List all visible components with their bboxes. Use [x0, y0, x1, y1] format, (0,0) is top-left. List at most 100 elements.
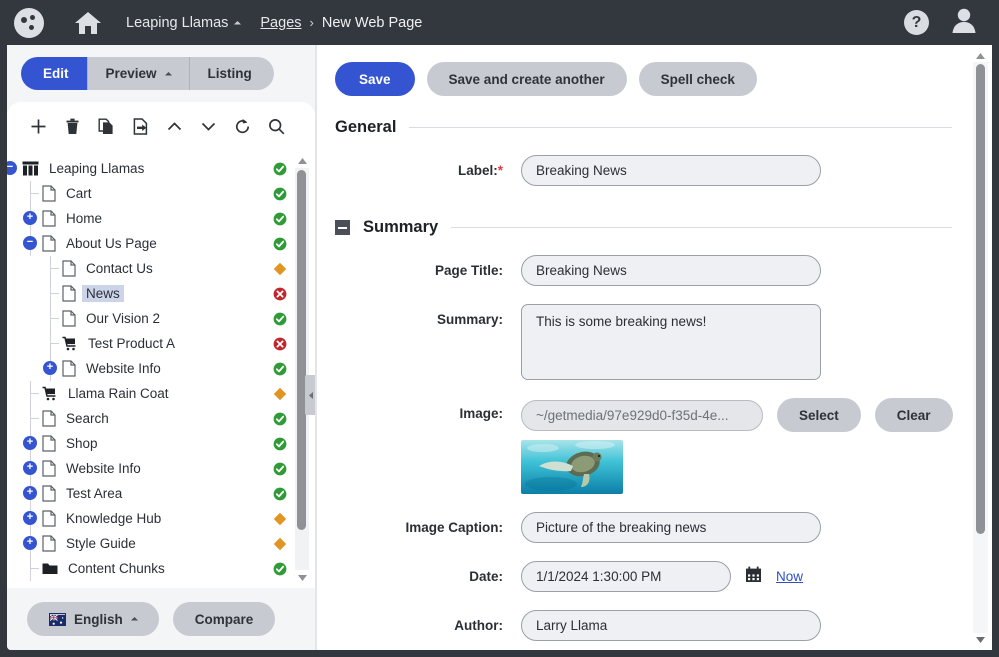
- image-caption-field-label: Image Caption:: [405, 520, 503, 535]
- scroll-up-arrow-icon[interactable]: [973, 49, 988, 62]
- tree-item[interactable]: + Knowledge Hub: [7, 506, 315, 531]
- tree-item[interactable]: − About Us Page: [7, 231, 315, 256]
- tree-item[interactable]: + Website Info: [7, 456, 315, 481]
- tree-guide-line: [50, 268, 59, 269]
- tab-edit[interactable]: Edit: [21, 57, 87, 90]
- page-title-input[interactable]: [521, 255, 821, 286]
- llama-dots-logo-icon[interactable]: [14, 7, 44, 38]
- image-path-input[interactable]: [521, 399, 763, 431]
- tree-item-label: Search: [66, 411, 109, 426]
- move-page-button[interactable]: [123, 110, 157, 142]
- tree-scrollbar[interactable]: [295, 154, 309, 584]
- tree-item-icon: [62, 260, 76, 277]
- chevron-down-icon[interactable]: [234, 20, 242, 29]
- main-scrollbar[interactable]: [973, 49, 988, 646]
- breadcrumb-site[interactable]: Leaping Llamas: [126, 15, 228, 31]
- sea-turtle-thumbnail[interactable]: [521, 440, 623, 494]
- spell-check-button[interactable]: Spell check: [638, 62, 757, 96]
- date-input[interactable]: [521, 561, 731, 592]
- move-up-button[interactable]: [157, 110, 191, 142]
- tab-listing[interactable]: Listing: [189, 57, 274, 90]
- content-tree-panel: − Leaping Llamas Cart + Home − About Us Page Co…: [7, 102, 315, 588]
- tree-toggle-expand-icon[interactable]: +: [23, 486, 37, 500]
- language-selector[interactable]: English: [27, 602, 159, 636]
- tree-item-status-icon: [273, 187, 287, 201]
- main-scroll-thumb[interactable]: [976, 64, 985, 534]
- tree-item-label: Test Product A: [88, 336, 176, 351]
- tree-item[interactable]: + Shop: [7, 431, 315, 456]
- image-caption-input[interactable]: [521, 512, 821, 543]
- search-button[interactable]: [259, 110, 293, 142]
- tree-item-status-icon: [273, 237, 287, 251]
- help-icon[interactable]: ?: [904, 10, 929, 35]
- tree-item-icon: [42, 210, 56, 227]
- breadcrumb-pages-link[interactable]: Pages: [260, 15, 301, 31]
- tree-item-icon: [42, 460, 56, 477]
- tree-toggle-expand-icon[interactable]: +: [23, 461, 37, 475]
- scroll-down-arrow-icon[interactable]: [295, 571, 309, 584]
- tree-guide-line: [30, 568, 39, 569]
- tree-item[interactable]: News: [7, 281, 315, 306]
- summary-textarea[interactable]: This is some breaking news!: [521, 304, 821, 380]
- copy-page-button[interactable]: [89, 110, 123, 142]
- refresh-button[interactable]: [225, 110, 259, 142]
- tree-item-label: Cart: [66, 186, 92, 201]
- compare-button[interactable]: Compare: [172, 602, 276, 636]
- collapse-panel-icon[interactable]: [305, 375, 315, 415]
- tree-item[interactable]: − Leaping Llamas: [7, 156, 315, 181]
- tree-item[interactable]: + Test Area: [7, 481, 315, 506]
- field-image-caption-row: Image Caption:: [335, 512, 992, 543]
- tree-toggle-expand-icon[interactable]: +: [23, 536, 37, 550]
- section-summary-title: Summary: [363, 218, 439, 236]
- save-and-create-another-button[interactable]: Save and create another: [426, 62, 627, 96]
- tree-item[interactable]: Test Product A: [7, 331, 315, 356]
- tree-item[interactable]: + Website Info: [7, 356, 315, 381]
- set-now-link[interactable]: Now: [776, 569, 803, 584]
- australia-flag-icon: [49, 612, 66, 626]
- tree-item-label: Content Chunks: [68, 561, 165, 576]
- tree-item-label: Website Info: [66, 461, 141, 476]
- tree-toggle-expand-icon[interactable]: +: [43, 361, 57, 375]
- tree-item-label: Contact Us: [86, 261, 153, 276]
- field-date-row: Date: 1/1/2024 1:30:00 PM Now: [335, 561, 992, 592]
- select-image-button[interactable]: Select: [777, 398, 861, 432]
- clear-image-button[interactable]: Clear: [874, 398, 953, 432]
- tree-item-status-icon: [273, 437, 287, 451]
- content-tree[interactable]: − Leaping Llamas Cart + Home − About Us Page Co…: [7, 150, 315, 588]
- date-field-group: Now: [521, 561, 803, 592]
- scroll-up-arrow-icon[interactable]: [295, 154, 309, 167]
- chevron-down-icon[interactable]: [130, 616, 138, 625]
- chevron-down-icon[interactable]: [164, 71, 172, 79]
- author-input[interactable]: [521, 610, 821, 641]
- tree-item-status-icon: [273, 512, 287, 526]
- home-icon[interactable]: [74, 10, 102, 36]
- move-down-button[interactable]: [191, 110, 225, 142]
- tree-item[interactable]: Content Chunks: [7, 556, 315, 581]
- label-input[interactable]: [521, 155, 821, 186]
- tree-item[interactable]: + Style Guide: [7, 531, 315, 556]
- tree-scroll-thumb[interactable]: [297, 170, 306, 530]
- collapse-summary-icon[interactable]: [335, 220, 350, 235]
- save-button[interactable]: Save: [335, 62, 415, 96]
- tree-toggle-expand-icon[interactable]: +: [23, 436, 37, 450]
- tree-item[interactable]: Llama Rain Coat: [7, 381, 315, 406]
- tree-toggle-collapse-icon[interactable]: −: [23, 236, 37, 250]
- language-label: English: [74, 611, 123, 627]
- breadcrumb: Leaping Llamas Pages › New Web Page: [126, 15, 422, 31]
- tree-item[interactable]: Search: [7, 406, 315, 431]
- user-avatar-icon[interactable]: [949, 6, 979, 39]
- tree-item[interactable]: Cart: [7, 181, 315, 206]
- tree-item[interactable]: Contact Us: [7, 256, 315, 281]
- tree-item[interactable]: + Home: [7, 206, 315, 231]
- tree-toggle-collapse-icon[interactable]: −: [7, 161, 17, 175]
- field-label-row: Label:*: [335, 155, 992, 186]
- tree-toggle-expand-icon[interactable]: +: [23, 511, 37, 525]
- tree-item[interactable]: Our Vision 2: [7, 306, 315, 331]
- tab-preview[interactable]: Preview: [87, 57, 189, 90]
- tree-toggle-expand-icon[interactable]: +: [23, 211, 37, 225]
- image-field-group: Select Clear: [521, 398, 953, 494]
- scroll-down-arrow-icon[interactable]: [973, 633, 988, 646]
- new-page-button[interactable]: [21, 110, 55, 142]
- calendar-icon[interactable]: [745, 566, 762, 588]
- delete-page-button[interactable]: [55, 110, 89, 142]
